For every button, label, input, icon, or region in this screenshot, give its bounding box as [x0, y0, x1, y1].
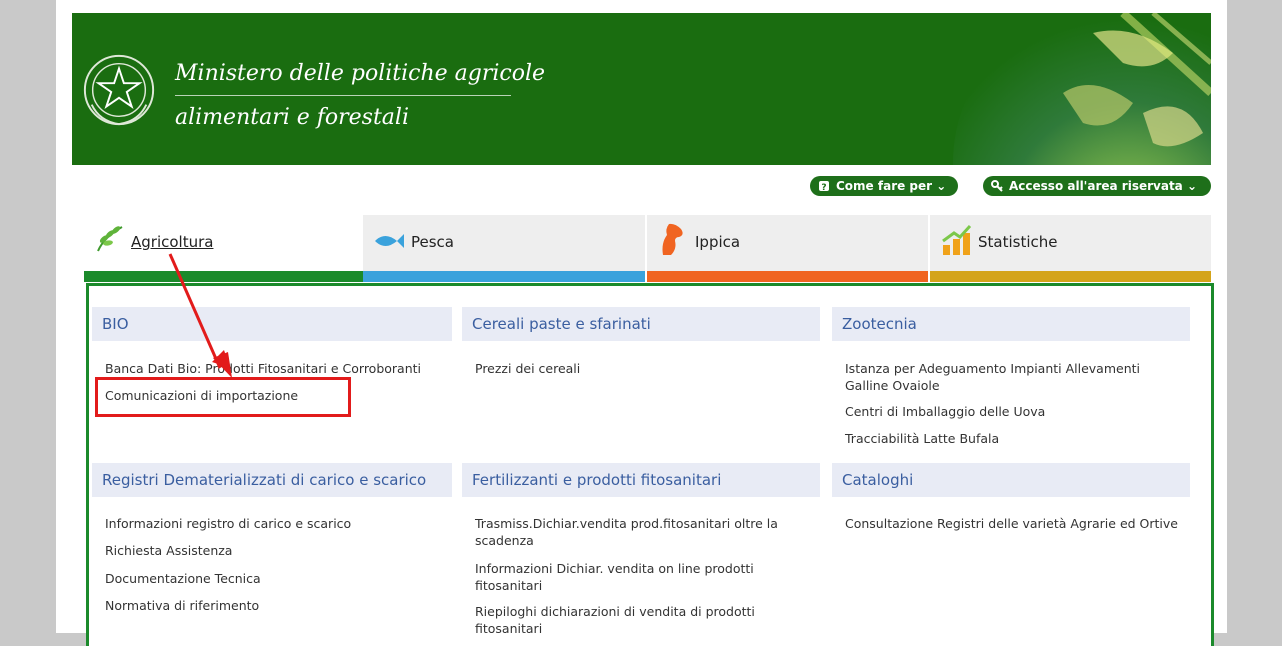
come-fare-per-label: Come fare per: [836, 179, 933, 193]
tab-pesca-label: Pesca: [411, 233, 454, 251]
link-tracciabilita-latte[interactable]: Tracciabilità Latte Bufala: [845, 430, 1185, 447]
section-registri-heading: Registri Dematerializzati di carico e sc…: [92, 463, 452, 497]
tab-statistiche-label: Statistiche: [978, 233, 1058, 251]
tab-statistiche-bar: [930, 271, 1211, 282]
fish-icon: [375, 234, 404, 248]
link-riepiloghi-dichiarazioni[interactable]: Riepiloghi dichiarazioni di vendita di p…: [475, 603, 795, 637]
come-fare-per-button[interactable]: ? Come fare per ⌄: [810, 176, 958, 196]
link-trasmiss-dichiar[interactable]: Trasmiss.Dichiar.vendita prod.fitosanita…: [475, 515, 795, 549]
chevron-down-icon: ⌄: [932, 179, 947, 193]
annotation-arrow-icon: [168, 253, 232, 378]
link-banca-dati-bio[interactable]: Banca Dati Bio: Prodotti Fitosanitari e …: [105, 360, 450, 377]
tab-agricoltura-label: Agricoltura: [131, 233, 214, 251]
link-consultazione-registri[interactable]: Consultazione Registri delle varietà Agr…: [845, 515, 1205, 532]
tab-ippica[interactable]: Ippica: [647, 215, 928, 282]
section-tabs: Agricoltura Pesca Ippica Statistiche: [84, 215, 1211, 282]
section-bio-heading: BIO: [92, 307, 452, 341]
section-cataloghi-heading: Cataloghi: [832, 463, 1190, 497]
section-fertilizzanti-heading: Fertilizzanti e prodotti fitosanitari: [462, 463, 820, 497]
tab-pesca-bar: [363, 271, 645, 282]
horse-icon: [662, 223, 683, 255]
tab-ippica-bar: [647, 271, 928, 282]
svg-text:?: ?: [821, 183, 826, 192]
wheat-icon: [97, 226, 123, 252]
link-documentazione-tecnica[interactable]: Documentazione Tecnica: [105, 570, 450, 587]
section-cereali-heading: Cereali paste e sfarinati: [462, 307, 820, 341]
bar-chart-icon: [942, 224, 972, 255]
accesso-area-riservata-button[interactable]: Accesso all'area riservata ⌄: [983, 176, 1211, 196]
tab-ippica-label: Ippica: [695, 233, 741, 251]
link-informazioni-dichiar[interactable]: Informazioni Dichiar. vendita on line pr…: [475, 560, 795, 594]
chevron-down-icon: ⌄: [1182, 179, 1198, 193]
ministry-name-line1: Ministero delle politiche agricole: [175, 61, 546, 86]
help-icon: ?: [819, 181, 829, 192]
ministry-name-divider: [175, 95, 511, 96]
key-icon: [991, 180, 1003, 192]
ministry-name-line2: alimentari e forestali: [175, 105, 409, 130]
header-banner: Ministero delle politiche agricole alime…: [72, 13, 1211, 165]
link-info-registro[interactable]: Informazioni registro di carico e scaric…: [105, 515, 450, 532]
link-istanza-galline[interactable]: Istanza per Adeguamento Impianti Allevam…: [845, 360, 1185, 394]
link-normativa[interactable]: Normativa di riferimento: [105, 597, 450, 614]
section-zootecnia-heading: Zootecnia: [832, 307, 1190, 341]
accesso-label: Accesso all'area riservata: [1009, 179, 1183, 193]
republic-emblem-icon: [83, 54, 155, 126]
tab-statistiche[interactable]: Statistiche: [930, 215, 1211, 282]
link-richiesta-assistenza[interactable]: Richiesta Assistenza: [105, 542, 450, 559]
tab-pesca[interactable]: Pesca: [363, 215, 645, 282]
link-centri-imballaggio[interactable]: Centri di Imballaggio delle Uova: [845, 403, 1185, 420]
link-prezzi-cereali[interactable]: Prezzi dei cereali: [475, 360, 805, 377]
globe-graphic: [953, 13, 1211, 165]
